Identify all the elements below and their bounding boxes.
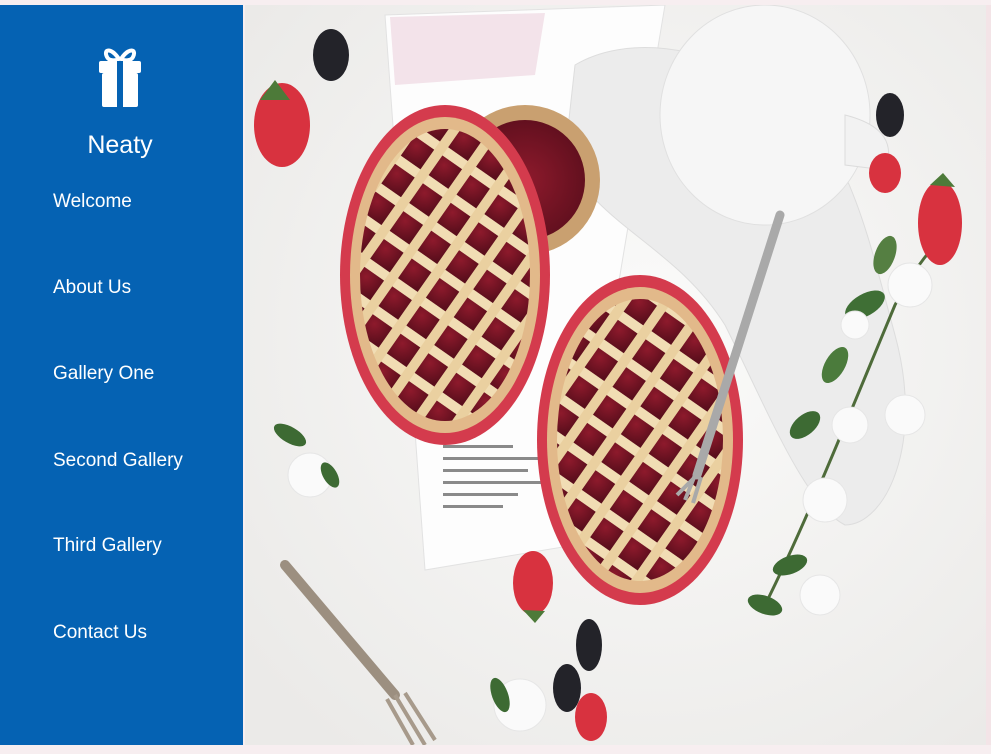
nav-item-contact-us[interactable]: Contact Us — [53, 622, 147, 644]
hero-image — [245, 5, 986, 745]
nav-item-third-gallery[interactable]: Third Gallery — [53, 535, 162, 557]
brand-name[interactable]: Neaty — [0, 131, 240, 160]
sidebar: Neaty Welcome About Us Gallery One Secon… — [0, 5, 243, 745]
nav-item-about-us[interactable]: About Us — [53, 277, 131, 299]
nav-item-welcome[interactable]: Welcome — [53, 191, 132, 213]
pies-illustration — [245, 5, 986, 745]
page-edge — [986, 5, 991, 745]
nav-item-gallery-one[interactable]: Gallery One — [53, 363, 154, 385]
gift-icon — [99, 48, 141, 107]
left-pie — [340, 105, 550, 445]
nav-item-second-gallery[interactable]: Second Gallery — [53, 450, 183, 472]
